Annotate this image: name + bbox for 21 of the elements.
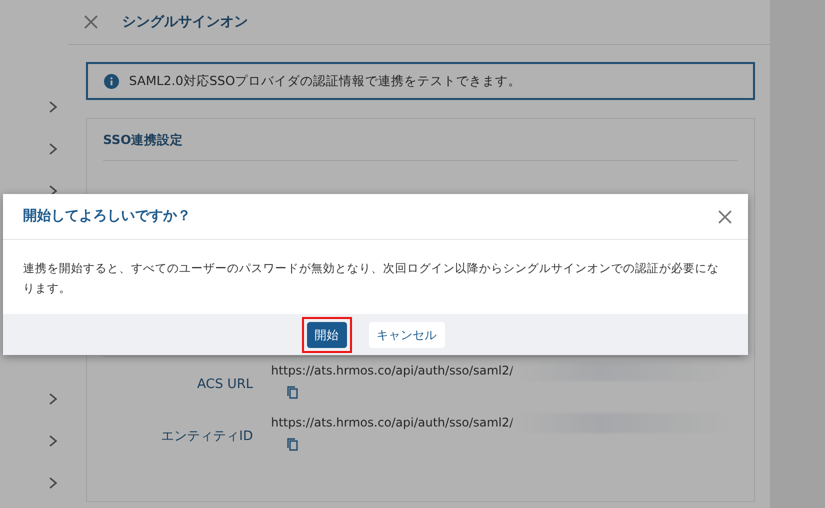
chevron-icon[interactable] — [48, 434, 58, 448]
dialog-title: 開始してよろしいですか？ — [23, 207, 191, 226]
chevron-icon[interactable] — [48, 100, 58, 114]
chevron-icon[interactable] — [48, 476, 58, 490]
url-text: https://ats.hrmos.co/api/auth/sso/saml2/ — [271, 363, 514, 378]
dialog-message: 連携を開始すると、すべてのユーザーのパスワードが無効となり、次回ログイン以降からシングルサインオンでの認証が必要になります。 — [22, 260, 720, 298]
info-icon — [104, 74, 119, 88]
copy-icon[interactable] — [287, 386, 298, 399]
copy-icon[interactable] — [287, 438, 298, 451]
start-button[interactable]: 開始 — [306, 322, 346, 348]
close-button[interactable] — [718, 210, 732, 224]
cancel-button[interactable]: キャンセル — [368, 322, 444, 348]
chevron-icon[interactable] — [48, 392, 58, 406]
url-text: https://ats.hrmos.co/api/auth/sso/saml2/ — [271, 415, 514, 430]
close-icon[interactable] — [84, 15, 98, 29]
field-label: エンティティID — [160, 428, 253, 446]
chevron-icon[interactable] — [48, 142, 58, 156]
section-title: SSO連携設定 — [103, 131, 738, 161]
field-label: ACS URL — [196, 376, 253, 394]
info-text: SAML2.0対応SSOプロバイダの認証情報で連携をテストできます。 — [129, 72, 522, 90]
panel-title: シングルサインオン — [122, 12, 248, 32]
